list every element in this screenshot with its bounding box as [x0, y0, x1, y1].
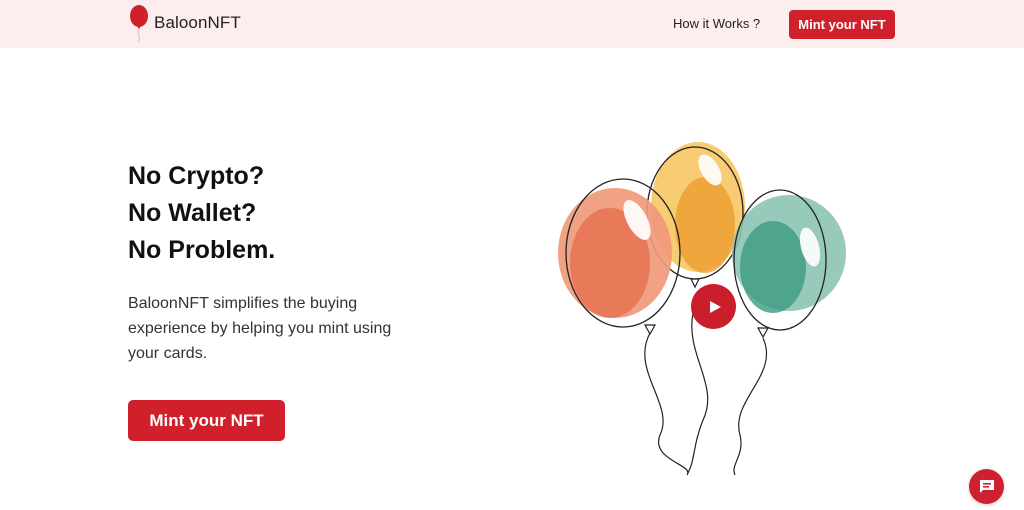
- hero-title-line: No Problem.: [128, 236, 276, 264]
- how-it-works-link[interactable]: How it Works ?: [673, 16, 760, 31]
- navbar: BaloonNFT How it Works ? Mint your NFT: [0, 0, 1024, 48]
- nav-mint-nft-button[interactable]: Mint your NFT: [789, 10, 895, 39]
- hero-title-line: No Wallet?: [128, 199, 257, 227]
- hero-mint-nft-button[interactable]: Mint your NFT: [128, 400, 285, 441]
- teal-balloon: [732, 189, 846, 339]
- brand-logo-link[interactable]: BaloonNFT: [128, 5, 241, 43]
- play-icon: [710, 300, 721, 313]
- chat-widget-button[interactable]: [969, 469, 1004, 504]
- balloon-string: [687, 312, 709, 474]
- balloon-string: [733, 337, 768, 476]
- brand-name: BaloonNFT: [154, 13, 241, 32]
- balloon-icon: [130, 5, 148, 43]
- play-video-button[interactable]: [691, 284, 736, 329]
- chat-icon: [979, 479, 994, 493]
- hero-description: BaloonNFT simplifies the buying experien…: [128, 295, 392, 362]
- hero-title-line: No Crypto?: [128, 162, 265, 190]
- hero-title: No Crypto? No Wallet? No Problem.: [128, 158, 275, 269]
- balloon-string: [644, 332, 689, 476]
